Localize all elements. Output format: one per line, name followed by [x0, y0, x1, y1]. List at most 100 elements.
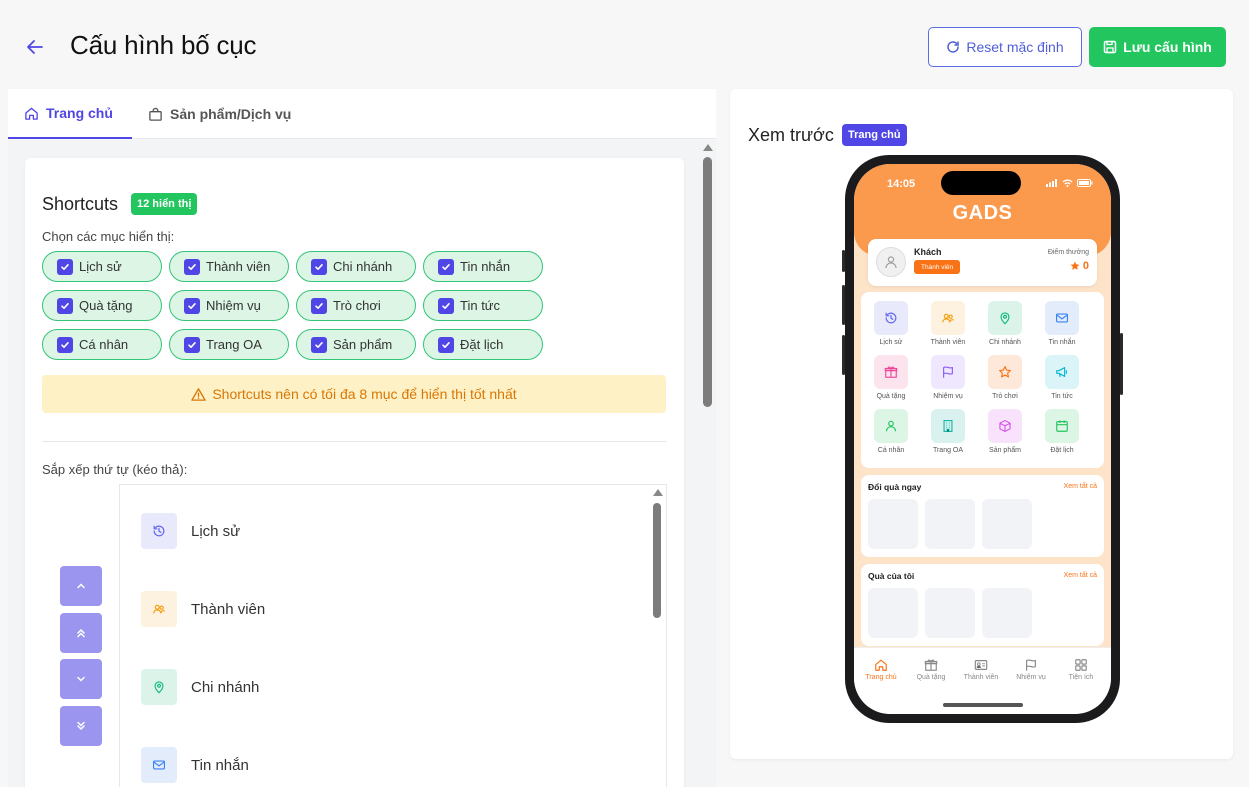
- user-card[interactable]: Khách Thành viên Điểm thưởng 0: [868, 239, 1097, 286]
- shortcut-chip[interactable]: Tin tức: [423, 290, 543, 321]
- list-scroll-up-arrow[interactable]: [653, 489, 663, 496]
- divider: [42, 441, 666, 442]
- phone-shortcut-item[interactable]: Sản phẩm: [982, 409, 1028, 454]
- shortcut-chip-label: Quà tặng: [79, 298, 133, 313]
- phone-shortcut-item[interactable]: Tin tức: [1039, 355, 1085, 400]
- phone-shortcut-item[interactable]: Lịch sử: [868, 301, 914, 346]
- reset-default-label: Reset mặc định: [966, 39, 1064, 55]
- gift-placeholder: [982, 588, 1032, 638]
- sortable-item[interactable]: Thành viên: [141, 591, 265, 627]
- reward-placeholder: [925, 499, 975, 549]
- sortable-item[interactable]: Chi nhánh: [141, 669, 259, 705]
- move-top-button[interactable]: [60, 613, 102, 653]
- phone-shortcut-item[interactable]: Đặt lịch: [1039, 409, 1085, 454]
- user-name: Khách: [914, 247, 942, 257]
- rewards-see-all-link[interactable]: Xem tất cả: [1064, 483, 1097, 490]
- phone-shortcut-item[interactable]: Chi nhánh: [982, 301, 1028, 346]
- checkbox-checked-icon[interactable]: [311, 297, 327, 314]
- checkbox-checked-icon[interactable]: [57, 297, 73, 314]
- phone-shortcut-label: Tin nhắn: [1048, 339, 1076, 346]
- shortcut-chip-label: Tin nhắn: [460, 259, 511, 274]
- checkbox-checked-icon[interactable]: [438, 336, 454, 353]
- bottom-nav-label: Quà tặng: [916, 674, 946, 681]
- my-gifts-section-title: Quà của tôi: [868, 571, 915, 581]
- shortcut-chip[interactable]: Chi nhánh: [296, 251, 416, 282]
- history-icon: [141, 513, 177, 549]
- phone-shortcut-label: Chi nhánh: [989, 339, 1021, 346]
- phone-shortcut-item[interactable]: Trang OA: [925, 409, 971, 454]
- phone-shortcut-label: Sản phẩm: [989, 447, 1021, 454]
- save-config-button[interactable]: Lưu cấu hình: [1089, 27, 1226, 67]
- shortcut-chip[interactable]: Lịch sử: [42, 251, 162, 282]
- reset-default-button[interactable]: Reset mặc định: [928, 27, 1082, 67]
- user-icon: [884, 255, 898, 269]
- phone-shortcut-item[interactable]: Thành viên: [925, 301, 971, 346]
- tab-products-services[interactable]: Sản phẩm/Dịch vụ: [148, 89, 291, 139]
- checkbox-checked-icon[interactable]: [57, 336, 73, 353]
- phone-shortcut-item[interactable]: Trò chơi: [982, 355, 1028, 400]
- megaphone-icon: [1045, 355, 1079, 389]
- bottom-nav-label: Trang chủ: [865, 674, 897, 681]
- scroll-up-arrow[interactable]: [703, 144, 713, 151]
- shortcut-chip[interactable]: Cá nhân: [42, 329, 162, 360]
- phone-shortcut-label: Trò chơi: [992, 393, 1018, 400]
- bottom-nav-item[interactable]: Quà tặng: [906, 658, 956, 681]
- bottom-nav-item[interactable]: Trang chủ: [856, 658, 906, 681]
- sortable-item-label: Thành viên: [191, 600, 266, 618]
- shortcut-chip[interactable]: Quà tặng: [42, 290, 162, 321]
- checkbox-checked-icon[interactable]: [311, 258, 327, 275]
- phone-shortcut-label: Đặt lịch: [1050, 447, 1074, 454]
- move-down-button[interactable]: [60, 659, 102, 699]
- shortcut-chip[interactable]: Trang OA: [169, 329, 289, 360]
- preview-page-badge: Trang chủ: [842, 124, 907, 146]
- phone-shortcut-item[interactable]: Nhiệm vụ: [925, 355, 971, 400]
- shortcut-chip[interactable]: Nhiệm vụ: [169, 290, 289, 321]
- checkbox-checked-icon[interactable]: [311, 336, 327, 353]
- list-scrollbar-thumb[interactable]: [653, 503, 661, 618]
- tab-home[interactable]: Trang chủ: [8, 89, 132, 139]
- users-icon: [931, 301, 965, 335]
- app-title: GADS: [952, 202, 1013, 224]
- scrollbar-thumb[interactable]: [703, 157, 712, 407]
- checkbox-checked-icon[interactable]: [184, 336, 200, 353]
- avatar: [876, 247, 906, 277]
- phone-shortcut-item[interactable]: Tin nhắn: [1039, 301, 1085, 346]
- signal-icon: [1046, 179, 1058, 187]
- chevrons-down-icon: [75, 720, 87, 732]
- sortable-item[interactable]: Lịch sử: [141, 513, 240, 549]
- phone-shortcut-item[interactable]: Quà tặng: [868, 355, 914, 400]
- gift-icon: [874, 355, 908, 389]
- checkbox-checked-icon[interactable]: [184, 297, 200, 314]
- shortcut-chip-label: Lịch sử: [79, 259, 122, 274]
- checkbox-checked-icon[interactable]: [438, 258, 454, 275]
- shortcut-chip[interactable]: Đặt lịch: [423, 329, 543, 360]
- my-gifts-see-all-link[interactable]: Xem tất cả: [1064, 572, 1097, 579]
- phone-mockup: 14:05 GADS Khách Thành viên Điểm thưởng …: [842, 155, 1123, 723]
- back-arrow-icon[interactable]: [24, 36, 46, 58]
- phone-shortcut-label: Nhiệm vụ: [933, 393, 963, 400]
- shortcuts-title: Shortcuts: [42, 194, 119, 214]
- shortcut-chip-label: Thành viên: [206, 259, 271, 274]
- bottom-nav-item[interactable]: Tiện ích: [1056, 658, 1106, 681]
- move-bottom-button[interactable]: [60, 706, 102, 746]
- gift-icon: [924, 658, 938, 672]
- shortcut-chip[interactable]: Thành viên: [169, 251, 289, 282]
- checkbox-checked-icon[interactable]: [438, 297, 454, 314]
- phone-shortcut-label: Quà tặng: [876, 393, 906, 400]
- user-icon: [874, 409, 908, 443]
- page-title: Cấu hình bố cục: [70, 30, 257, 60]
- refresh-icon: [946, 40, 960, 54]
- shortcut-chip[interactable]: Tin nhắn: [423, 251, 543, 282]
- move-up-button[interactable]: [60, 566, 102, 606]
- sortable-item[interactable]: Tin nhắn: [141, 747, 249, 783]
- shortcut-chip[interactable]: Trò chơi: [296, 290, 416, 321]
- phone-screen: 14:05 GADS Khách Thành viên Điểm thưởng …: [854, 164, 1111, 714]
- grid-icon: [1074, 658, 1088, 672]
- shortcut-chip[interactable]: Sản phẩm: [296, 329, 416, 360]
- bottom-nav-item[interactable]: Nhiệm vụ: [1006, 658, 1056, 681]
- checkbox-checked-icon[interactable]: [184, 258, 200, 275]
- checkbox-checked-icon[interactable]: [57, 258, 73, 275]
- phone-shortcut-item[interactable]: Cá nhân: [868, 409, 914, 454]
- shortcut-grid: Lịch sử Thành viên Chi nhánh Tin nhắn Quà tặ…: [861, 292, 1104, 468]
- bottom-nav-item[interactable]: Thành viên: [956, 658, 1006, 681]
